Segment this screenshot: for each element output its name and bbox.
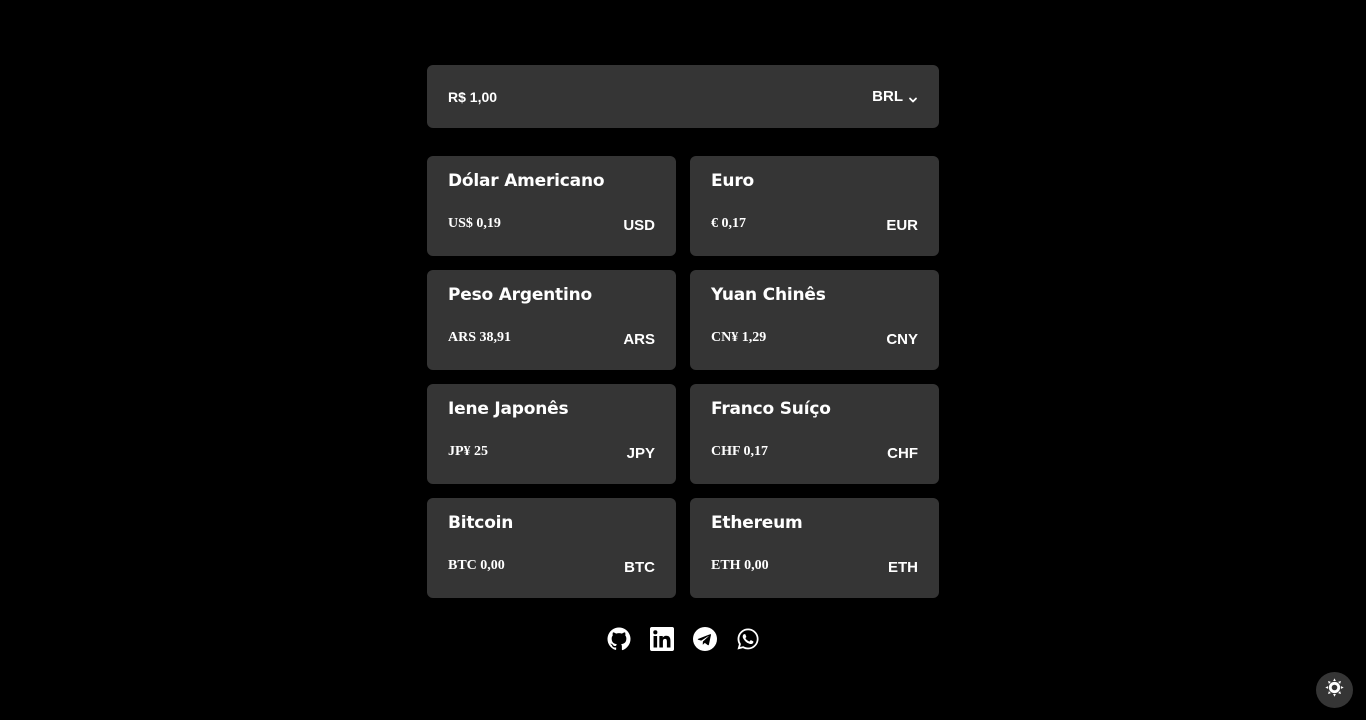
currency-value: ARS 38,91 [448, 330, 512, 345]
amount-input[interactable]: R$ 1,00 [448, 89, 497, 105]
currency-code: CHF [887, 445, 918, 462]
theme-toggle-button[interactable] [1316, 672, 1353, 708]
linkedin-icon[interactable] [649, 627, 674, 651]
currency-code: CNY [886, 331, 918, 348]
currency-value: CHF 0,17 [711, 444, 769, 459]
currency-name: Iene Japonês [448, 399, 569, 419]
currency-name: Bitcoin [448, 513, 514, 533]
currency-name: Peso Argentino [448, 285, 592, 305]
currency-card-ars[interactable]: Peso Argentino ARS 38,91 ARS [427, 270, 676, 370]
base-currency-select[interactable]: BRL [872, 88, 918, 105]
currency-value: BTC 0,00 [448, 558, 505, 573]
currency-code: ETH [888, 559, 918, 576]
currency-card-usd[interactable]: Dólar Americano US$ 0,19 USD [427, 156, 676, 256]
currency-code: USD [623, 217, 655, 234]
amount-input-bar: R$ 1,00 BRL [427, 65, 939, 128]
telegram-icon[interactable] [692, 627, 717, 651]
currency-value: ETH 0,00 [711, 558, 769, 573]
currency-card-jpy[interactable]: Iene Japonês JP¥ 25 JPY [427, 384, 676, 484]
currency-value: € 0,17 [711, 216, 746, 231]
chevron-down-icon [908, 92, 918, 102]
currency-name: Dólar Americano [448, 171, 605, 191]
sun-icon [1324, 677, 1345, 703]
whatsapp-icon[interactable] [736, 627, 760, 651]
github-icon[interactable] [607, 627, 631, 651]
currency-name: Franco Suíço [711, 399, 831, 419]
base-currency-label: BRL [872, 88, 903, 105]
currency-value: CN¥ 1,29 [711, 330, 767, 345]
currency-grid: Dólar Americano US$ 0,19 USD Euro € 0,17… [427, 156, 939, 598]
currency-value: JP¥ 25 [448, 444, 489, 459]
currency-name: Yuan Chinês [711, 285, 826, 305]
currency-name: Ethereum [711, 513, 803, 533]
currency-code: JPY [626, 445, 655, 462]
social-links [0, 627, 1366, 651]
currency-code: BTC [624, 559, 655, 576]
currency-code: EUR [886, 217, 918, 234]
currency-card-eth[interactable]: Ethereum ETH 0,00 ETH [690, 498, 939, 598]
currency-card-cny[interactable]: Yuan Chinês CN¥ 1,29 CNY [690, 270, 939, 370]
currency-card-btc[interactable]: Bitcoin BTC 0,00 BTC [427, 498, 676, 598]
currency-name: Euro [711, 171, 754, 191]
currency-code: ARS [623, 331, 655, 348]
currency-value: US$ 0,19 [448, 216, 501, 231]
currency-card-eur[interactable]: Euro € 0,17 EUR [690, 156, 939, 256]
currency-card-chf[interactable]: Franco Suíço CHF 0,17 CHF [690, 384, 939, 484]
